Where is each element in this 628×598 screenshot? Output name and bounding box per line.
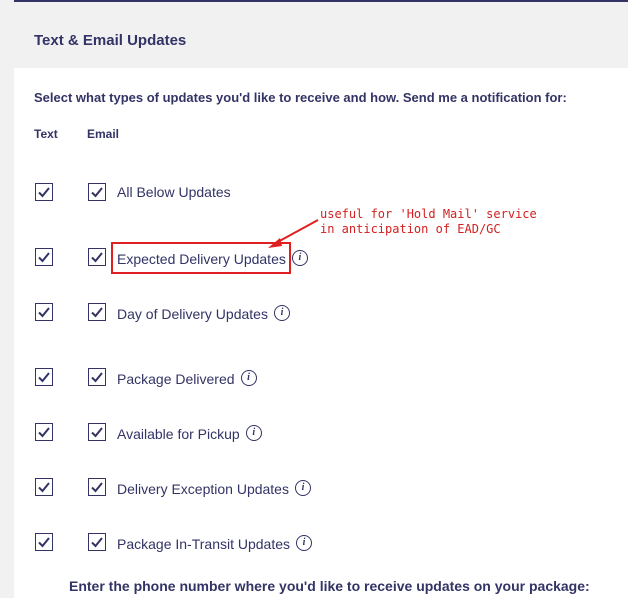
checkmark-icon [38,482,50,493]
section-title: Text & Email Updates [34,32,187,49]
row-label-text: All Below Updates [117,184,231,200]
checkmark-icon [91,372,103,383]
row-label-text: Delivery Exception Updates [117,481,289,497]
info-icon[interactable]: i [296,535,313,552]
row-label-text: Package Delivered [117,371,235,387]
email-checkbox-expected-delivery-updates[interactable] [88,248,106,266]
annotation-note: useful for 'Hold Mail' service in antici… [320,207,537,237]
text-checkbox-expected-delivery-updates[interactable] [35,248,53,266]
checkmark-icon [91,537,103,548]
phone-prompt-text: Enter the phone number where you'd like … [69,578,590,594]
row-label-day-of-delivery-updates: Day of Delivery Updates i [117,305,290,323]
email-checkbox-available-for-pickup[interactable] [88,423,106,441]
updates-panel [14,68,628,598]
row-label-text: Package In-Transit Updates [117,536,291,552]
email-checkbox-package-in-transit-updates[interactable] [88,533,106,551]
section-header: Text & Email Updates [14,2,628,68]
checkmark-icon [38,537,50,548]
row-label-package-delivered: Package Delivered i [117,370,257,388]
checkmark-icon [91,187,103,198]
info-icon[interactable]: i [273,305,290,322]
info-icon[interactable]: i [240,370,257,387]
annotation-line-1: useful for 'Hold Mail' service [320,207,537,221]
text-checkbox-package-delivered[interactable] [35,368,53,386]
annotation-line-2: in anticipation of EAD/GC [320,222,501,236]
row-label-available-for-pickup: Available for Pickup i [117,425,262,443]
intro-text: Select what types of updates you'd like … [34,90,567,105]
email-checkbox-day-of-delivery-updates[interactable] [88,303,106,321]
row-label-delivery-exception-updates: Delivery Exception Updates i [117,480,311,498]
row-label-all-below-updates: All Below Updates [117,184,231,200]
row-label-text: Available for Pickup [117,426,240,442]
email-checkbox-package-delivered[interactable] [88,368,106,386]
email-checkbox-all-below-updates[interactable] [88,183,106,201]
checkmark-icon [38,427,50,438]
checkmark-icon [38,372,50,383]
info-icon[interactable]: i [294,480,311,497]
checkmark-icon [91,307,103,318]
row-label-package-in-transit-updates: Package In-Transit Updates i [117,535,313,553]
checkmark-icon [38,187,50,198]
checkmark-icon [91,482,103,493]
info-icon[interactable]: i [245,425,262,442]
column-header-email: Email [87,127,120,141]
annotation-arrow-icon [268,219,319,248]
checkmark-icon [91,252,103,263]
row-label-text: Day of Delivery Updates [117,306,268,322]
column-header-text: Text [34,127,58,141]
text-checkbox-package-in-transit-updates[interactable] [35,533,53,551]
text-checkbox-available-for-pickup[interactable] [35,423,53,441]
checkmark-icon [38,307,50,318]
text-checkbox-delivery-exception-updates[interactable] [35,478,53,496]
text-checkbox-day-of-delivery-updates[interactable] [35,303,53,321]
checkmark-icon [91,427,103,438]
checkmark-icon [38,252,50,263]
email-checkbox-delivery-exception-updates[interactable] [88,478,106,496]
text-checkbox-all-below-updates[interactable] [35,183,53,201]
